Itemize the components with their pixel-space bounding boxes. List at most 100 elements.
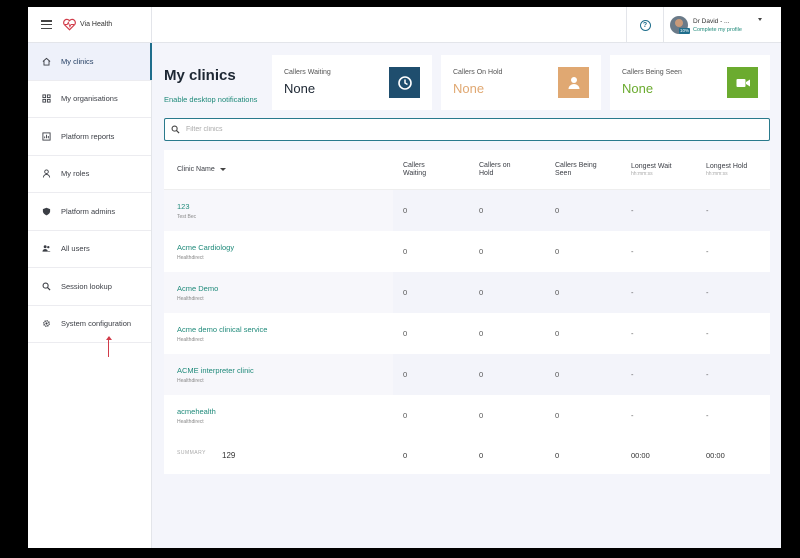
cell-wait: - [631, 247, 634, 256]
column-header-longest-wait: Longest Wait hh:mm:ss [631, 162, 672, 177]
clinic-name-link[interactable]: acmehealth [177, 407, 216, 416]
cell-hold: 0 [479, 411, 484, 420]
users-icon [42, 244, 51, 253]
cell-seen: 0 [555, 247, 560, 256]
gear-icon [42, 319, 51, 328]
summary-waiting: 0 [403, 450, 408, 460]
cell-holdtime: - [706, 288, 709, 297]
shield-icon [42, 207, 51, 216]
sidebar-item-my-organisations[interactable]: My organisations [28, 81, 151, 118]
clinics-table: Clinic Name Callers Waiting Callers on H… [164, 150, 770, 474]
sidebar-item-all-users[interactable]: All users [28, 231, 151, 268]
search-icon [171, 125, 180, 134]
sidebar-item-label: My roles [61, 169, 90, 179]
cell-waiting: 0 [403, 329, 408, 338]
sidebar-item-system-configuration[interactable]: System configuration [28, 306, 151, 343]
clinic-organisation: Healthdirect [177, 378, 204, 384]
summary-seen: 0 [555, 450, 560, 460]
cell-holdtime: - [706, 411, 709, 420]
column-header-longest-hold: Longest Hold hh:mm:ss [706, 162, 748, 177]
sidebar-item-session-lookup[interactable]: Session lookup [28, 268, 151, 306]
sidebar-item-label: Session lookup [61, 281, 112, 291]
cell-holdtime: - [706, 370, 709, 379]
cell-seen: 0 [555, 370, 560, 379]
stat-label: Callers Waiting [284, 69, 331, 76]
sidebar-item-label: Platform admins [61, 206, 116, 216]
table-row[interactable]: Acme Demo Healthdirect 0 0 0 - - [164, 272, 770, 313]
cell-holdtime: - [706, 329, 709, 338]
clinic-name-link[interactable]: Acme Demo [177, 284, 218, 293]
cell-wait: - [631, 329, 634, 338]
table-row[interactable]: Acme Cardiology Healthdirect 0 0 0 - - [164, 231, 770, 272]
cell-waiting: 0 [403, 370, 408, 379]
table-row[interactable]: ACME interpreter clinic Healthdirect 0 0 0 - - [164, 354, 770, 395]
column-header-label: Clinic Name [177, 166, 215, 173]
filter-clinics-input[interactable] [186, 126, 746, 133]
table-header: Clinic Name Callers Waiting Callers on H… [164, 150, 770, 190]
cell-hold: 0 [479, 247, 484, 256]
filter-bar [164, 118, 770, 141]
page-title: My clinics [164, 67, 236, 84]
sidebar-item-label: System configuration [61, 319, 132, 329]
person-icon [558, 67, 589, 98]
clinic-name-link[interactable]: Acme Cardiology [177, 243, 234, 252]
cell-waiting: 0 [403, 411, 408, 420]
sidebar-item-platform-admins[interactable]: Platform admins [28, 193, 151, 231]
clinic-name-link[interactable]: ACME interpreter clinic [177, 366, 254, 375]
cell-holdtime: - [706, 247, 709, 256]
column-header-callers-on-hold: Callers on Hold [479, 162, 511, 177]
stat-label: Callers On Hold [453, 69, 503, 76]
profile-menu[interactable]: 10% Dr David - ... Complete my profile [663, 7, 781, 43]
home-icon [42, 57, 51, 66]
clinic-name-cell: acmehealth Healthdirect [164, 395, 393, 436]
chart-icon [42, 132, 51, 141]
hamburger-menu-icon[interactable] [41, 20, 52, 29]
profile-completion-badge: 10% [679, 28, 691, 34]
stat-card-callers-on-hold: Callers On Hold None [441, 55, 601, 110]
cell-hold: 0 [479, 288, 484, 297]
table-row[interactable]: acmehealth Healthdirect 0 0 0 - - [164, 395, 770, 436]
help-button[interactable]: ? [626, 7, 663, 43]
table-row[interactable]: 123 Test Bec 0 0 0 - - [164, 190, 770, 231]
clinic-organisation: Healthdirect [177, 296, 204, 302]
help-icon: ? [639, 19, 651, 31]
stat-value: None [622, 81, 654, 96]
column-header-clinic-name[interactable]: Clinic Name [177, 150, 226, 190]
column-header-unit: hh:mm:ss [631, 170, 653, 177]
summary-label: SUMMARY [177, 450, 206, 456]
stat-label: Callers Being Seen [622, 69, 682, 76]
cell-wait: - [631, 206, 634, 215]
table-row[interactable]: Acme demo clinical service Healthdirect 0 0… [164, 313, 770, 354]
stat-card-callers-waiting: Callers Waiting None [272, 55, 432, 110]
grid-icon [42, 94, 51, 103]
logo[interactable]: Via Health [62, 17, 112, 32]
cell-hold: 0 [479, 329, 484, 338]
sidebar-item-label: Platform reports [61, 131, 115, 141]
cell-holdtime: - [706, 206, 709, 215]
chevron-down-icon[interactable] [758, 18, 762, 21]
sidebar-item-my-clinics[interactable]: My clinics [28, 43, 152, 81]
pointer-arrow-icon [105, 336, 112, 357]
clinic-organisation: Healthdirect [177, 337, 204, 343]
sidebar-item-label: My organisations [61, 94, 118, 104]
column-header-callers-waiting: Callers Waiting [403, 162, 427, 177]
stat-card-callers-being-seen: Callers Being Seen None [610, 55, 770, 110]
sidebar-item-my-roles[interactable]: My roles [28, 156, 151, 193]
cell-seen: 0 [555, 288, 560, 297]
cell-waiting: 0 [403, 206, 408, 215]
top-bar: ? 10% Dr David - ... Complete my profile [152, 7, 781, 43]
cell-wait: - [631, 411, 634, 420]
person-icon [42, 169, 51, 178]
cell-waiting: 0 [403, 247, 408, 256]
sidebar-item-platform-reports[interactable]: Platform reports [28, 118, 151, 156]
stat-value: None [453, 81, 485, 96]
cell-seen: 0 [555, 411, 560, 420]
brand-name: Via Health [80, 21, 113, 28]
app-window: Via Health My clinics My organisations P… [28, 7, 781, 548]
clinic-name-link[interactable]: 123 [177, 202, 190, 211]
column-header-unit: hh:mm:ss [706, 170, 728, 177]
enable-notifications-link[interactable]: Enable desktop notifications [164, 95, 257, 104]
complete-profile-link[interactable]: Complete my profile [693, 27, 742, 33]
cell-wait: - [631, 370, 634, 379]
clinic-name-link[interactable]: Acme demo clinical service [177, 325, 267, 334]
